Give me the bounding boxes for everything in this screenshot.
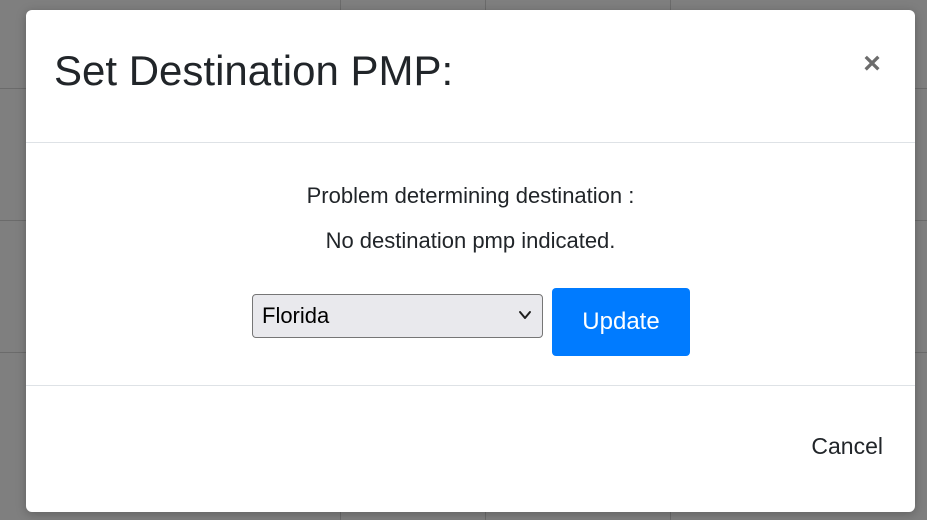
modal-header: Set Destination PMP: × <box>26 10 915 143</box>
close-icon: × <box>863 47 881 80</box>
modal-footer: Cancel <box>26 386 915 512</box>
chevron-down-icon <box>519 311 531 319</box>
set-destination-modal: Set Destination PMP: × Problem determini… <box>26 10 915 512</box>
destination-select-value: Florida <box>262 303 330 328</box>
error-message-detail: No destination pmp indicated. <box>325 228 616 253</box>
modal-body: Problem determining destination : No des… <box>26 143 915 386</box>
cancel-button[interactable]: Cancel <box>801 426 893 466</box>
update-button[interactable]: Update <box>552 288 690 356</box>
destination-controls: Florida Update <box>252 288 692 356</box>
destination-select[interactable]: Florida <box>252 294 543 338</box>
modal-title: Set Destination PMP: <box>54 47 454 94</box>
error-message-title: Problem determining destination : <box>306 183 635 208</box>
close-button[interactable]: × <box>857 46 887 82</box>
